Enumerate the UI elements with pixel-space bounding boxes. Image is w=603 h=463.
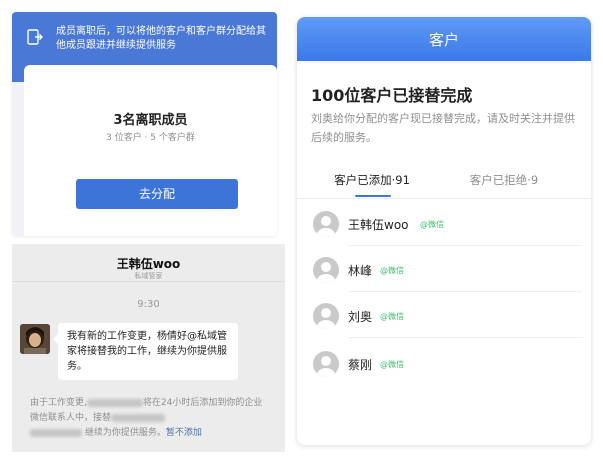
assign-button[interactable]: 去分配	[76, 179, 238, 209]
handover-header: 客户	[297, 17, 591, 61]
sender-avatar-photo	[20, 324, 50, 354]
wechat-tag: @微信	[380, 312, 404, 321]
tabs-divider	[297, 198, 591, 199]
tab-rejected[interactable]: 客户已拒绝·9	[439, 172, 569, 188]
active-tab-indicator	[355, 195, 391, 197]
chat-contact-role: 私域管家	[134, 272, 163, 280]
user-avatar-icon	[313, 303, 339, 329]
wechat-tag: @微信	[380, 360, 404, 369]
customer-name: 蔡刚	[348, 358, 373, 372]
chat-timestamp: 9:30	[137, 299, 160, 310]
row-divider	[348, 337, 582, 338]
customer-name: 林峰	[348, 264, 373, 278]
sender-avatar[interactable]	[20, 324, 50, 354]
user-avatar-icon	[313, 257, 339, 283]
header-title: 客户	[428, 31, 459, 49]
wechat-tag: @微信	[420, 220, 444, 229]
chat-contact-name: 王韩伍woo	[116, 257, 181, 271]
departed-summary-card: 3名离职成员 3 位客户 · 5 个客户群 去分配	[24, 65, 277, 236]
redacted-name	[30, 428, 82, 437]
customer-name: 王韩伍woo	[348, 218, 409, 232]
chat-header: 王韩伍woo 私域管家	[12, 244, 285, 282]
user-avatar-icon	[313, 211, 339, 237]
departed-count-title: 3名离职成员	[113, 113, 188, 128]
wechat-tag: @微信	[380, 266, 404, 275]
system-text-part: 由于工作变更,	[30, 398, 87, 408]
system-message: 由于工作变更, 将在24小时后添加到你的企业微信联系人中，接替 继续为你提供服务。…	[30, 396, 270, 441]
notice-text: 成员离职后，可以将他的客户和客户群分配给其他成员跟进并继续提供服务	[56, 26, 266, 51]
customer-row[interactable]: 刘奥 @微信	[313, 299, 583, 338]
message-bubble: 我有新的工作变更，杨倩好@私域管家将接替我的工作，继续为你提供服务。	[53, 323, 238, 380]
handover-title: 100位客户已接替完成	[311, 86, 473, 105]
not-now-link[interactable]: 暂不添加	[166, 428, 202, 438]
redacted-name	[86, 398, 143, 407]
customer-row[interactable]: 王韩伍woo @微信	[313, 207, 583, 246]
departed-count-subtitle: 3 位客户 · 5 个客户群	[106, 133, 195, 143]
customer-row[interactable]: 蔡刚 @微信	[313, 347, 583, 381]
row-divider	[348, 245, 582, 246]
customer-row[interactable]: 林峰 @微信	[313, 253, 583, 292]
tab-added[interactable]: 客户已添加·91	[307, 172, 437, 188]
customer-name: 刘奥	[348, 310, 373, 324]
handover-description: 刘奥给你分配的客户现已接替完成，请及时关注并提供后续的服务。	[311, 112, 575, 144]
departed-members-panel: 成员离职后，可以将他的客户和客户群分配给其他成员跟进并继续提供服务 3名离职成员…	[12, 12, 277, 236]
chat-panel: 王韩伍woo 私域管家 9:30 我有新的工作变更，杨倩好@私域管家将接替我的工…	[12, 244, 285, 452]
redacted-name	[111, 413, 166, 422]
system-text-part: 继续为你提供服务。	[84, 428, 166, 438]
row-divider	[348, 291, 582, 292]
handover-panel: 客户 100位客户已接替完成 刘奥给你分配的客户现已接替完成，请及时关注并提供后…	[297, 17, 591, 445]
exit-icon	[27, 29, 43, 45]
user-avatar-icon	[313, 351, 339, 377]
